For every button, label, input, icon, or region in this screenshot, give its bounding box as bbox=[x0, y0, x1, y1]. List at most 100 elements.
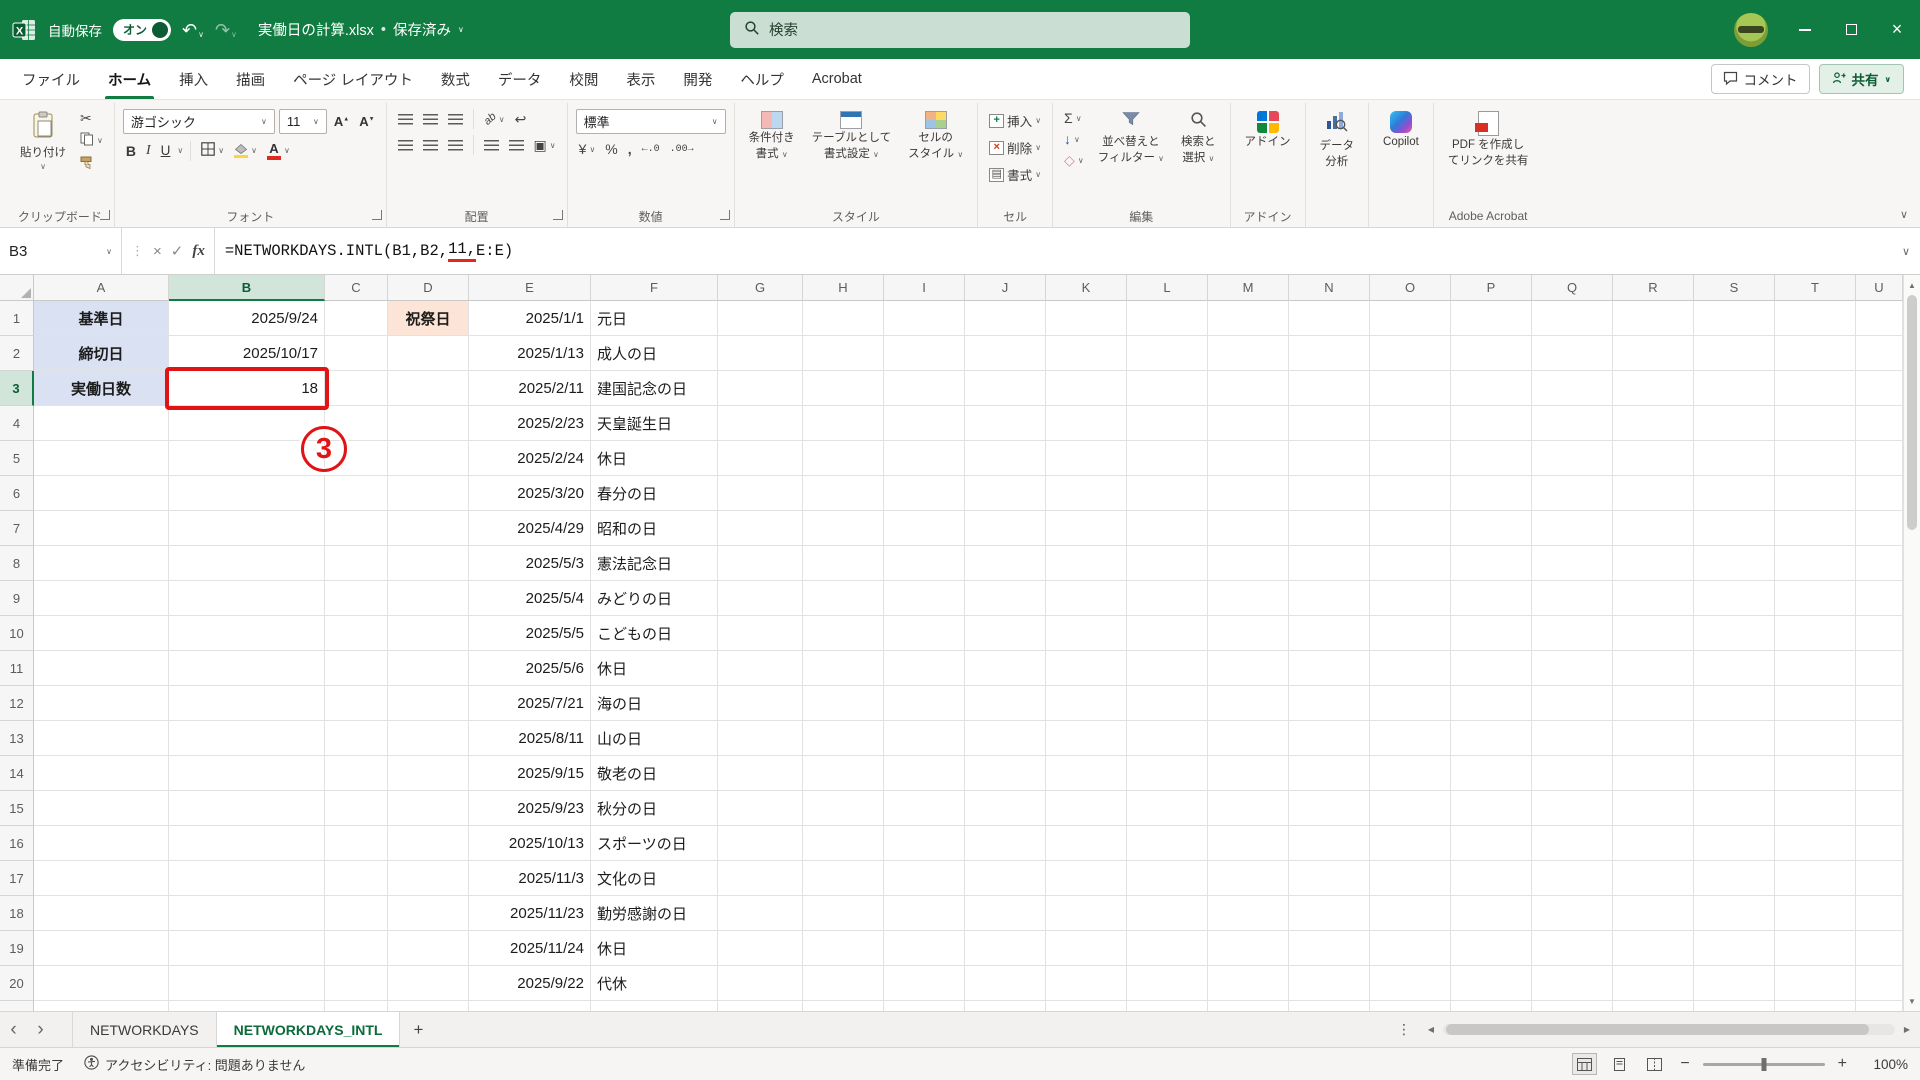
cell-K19[interactable] bbox=[1046, 931, 1127, 966]
cell-C19[interactable] bbox=[325, 931, 388, 966]
row-header-16[interactable]: 16 bbox=[0, 826, 34, 861]
cell-G7[interactable] bbox=[718, 511, 803, 546]
cell-S5[interactable] bbox=[1694, 441, 1775, 476]
cell-G4[interactable] bbox=[718, 406, 803, 441]
copilot-button[interactable]: Copilot bbox=[1377, 108, 1425, 152]
cell-P9[interactable] bbox=[1451, 581, 1532, 616]
cell-U6[interactable] bbox=[1856, 476, 1903, 511]
normal-view-button[interactable] bbox=[1572, 1053, 1598, 1075]
cell-B21[interactable] bbox=[169, 1001, 325, 1011]
cell-B11[interactable] bbox=[169, 651, 325, 686]
enter-button[interactable]: ✓ bbox=[171, 242, 184, 260]
cell-J13[interactable] bbox=[965, 721, 1046, 756]
cell-O15[interactable] bbox=[1370, 791, 1451, 826]
column-header-L[interactable]: L bbox=[1127, 275, 1208, 301]
sheet-tab-NETWORKDAYS[interactable]: NETWORKDAYS bbox=[72, 1012, 217, 1047]
font-size-select[interactable]: 11 ∨ bbox=[278, 109, 327, 134]
cell-R17[interactable] bbox=[1613, 861, 1694, 896]
cell-E9[interactable]: 2025/5/4 bbox=[469, 581, 591, 616]
cell-S20[interactable] bbox=[1694, 966, 1775, 1001]
cell-K17[interactable] bbox=[1046, 861, 1127, 896]
column-header-K[interactable]: K bbox=[1046, 275, 1127, 301]
cell-N19[interactable] bbox=[1289, 931, 1370, 966]
cell-E21[interactable]: 2025/9/29 bbox=[469, 1001, 591, 1011]
font-color-button[interactable]: A ∨ bbox=[264, 140, 293, 162]
orientation-button[interactable]: ab ∨ bbox=[481, 110, 508, 127]
cell-S9[interactable] bbox=[1694, 581, 1775, 616]
cell-N7[interactable] bbox=[1289, 511, 1370, 546]
cell-K11[interactable] bbox=[1046, 651, 1127, 686]
row-header-12[interactable]: 12 bbox=[0, 686, 34, 721]
ribbon-tab-11[interactable]: Acrobat bbox=[798, 59, 876, 99]
cell-O9[interactable] bbox=[1370, 581, 1451, 616]
cell-L21[interactable] bbox=[1127, 1001, 1208, 1011]
cell-A1[interactable]: 基準日 bbox=[34, 301, 169, 336]
cell-Q17[interactable] bbox=[1532, 861, 1613, 896]
italic-button[interactable]: I bbox=[143, 141, 154, 161]
zoom-slider-thumb[interactable] bbox=[1761, 1057, 1767, 1071]
cell-G14[interactable] bbox=[718, 756, 803, 791]
cell-K20[interactable] bbox=[1046, 966, 1127, 1001]
cell-D16[interactable] bbox=[388, 826, 469, 861]
sheet-tab-NETWORKDAYS_INTL[interactable]: NETWORKDAYS_INTL bbox=[216, 1012, 401, 1047]
cell-K15[interactable] bbox=[1046, 791, 1127, 826]
cell-O5[interactable] bbox=[1370, 441, 1451, 476]
zoom-level[interactable]: 100% bbox=[1866, 1057, 1908, 1072]
cell-O17[interactable] bbox=[1370, 861, 1451, 896]
cell-C9[interactable] bbox=[325, 581, 388, 616]
cell-E2[interactable]: 2025/1/13 bbox=[469, 336, 591, 371]
cell-U3[interactable] bbox=[1856, 371, 1903, 406]
cell-F14[interactable]: 敬老の日 bbox=[591, 756, 718, 791]
cell-L20[interactable] bbox=[1127, 966, 1208, 1001]
scroll-down-button[interactable]: ▼ bbox=[1904, 991, 1920, 1011]
cell-O4[interactable] bbox=[1370, 406, 1451, 441]
column-header-T[interactable]: T bbox=[1775, 275, 1856, 301]
cell-M20[interactable] bbox=[1208, 966, 1289, 1001]
cell-S10[interactable] bbox=[1694, 616, 1775, 651]
cell-H8[interactable] bbox=[803, 546, 884, 581]
column-header-N[interactable]: N bbox=[1289, 275, 1370, 301]
cell-P14[interactable] bbox=[1451, 756, 1532, 791]
cell-A11[interactable] bbox=[34, 651, 169, 686]
cell-L12[interactable] bbox=[1127, 686, 1208, 721]
cell-F6[interactable]: 春分の日 bbox=[591, 476, 718, 511]
cell-Q4[interactable] bbox=[1532, 406, 1613, 441]
cell-G12[interactable] bbox=[718, 686, 803, 721]
cell-E19[interactable]: 2025/11/24 bbox=[469, 931, 591, 966]
cell-S4[interactable] bbox=[1694, 406, 1775, 441]
cell-L3[interactable] bbox=[1127, 371, 1208, 406]
select-all-button[interactable] bbox=[0, 275, 34, 301]
cell-H3[interactable] bbox=[803, 371, 884, 406]
cell-L16[interactable] bbox=[1127, 826, 1208, 861]
cell-L8[interactable] bbox=[1127, 546, 1208, 581]
conditional-formatting-button[interactable]: 条件付き 書式 ∨ bbox=[743, 108, 801, 165]
cell-H9[interactable] bbox=[803, 581, 884, 616]
cell-C3[interactable] bbox=[325, 371, 388, 406]
cell-J1[interactable] bbox=[965, 301, 1046, 336]
cell-U7[interactable] bbox=[1856, 511, 1903, 546]
cell-E13[interactable]: 2025/8/11 bbox=[469, 721, 591, 756]
cell-B14[interactable] bbox=[169, 756, 325, 791]
column-header-D[interactable]: D bbox=[388, 275, 469, 301]
cell-J3[interactable] bbox=[965, 371, 1046, 406]
cell-R9[interactable] bbox=[1613, 581, 1694, 616]
cell-S17[interactable] bbox=[1694, 861, 1775, 896]
scroll-up-button[interactable]: ▲ bbox=[1904, 275, 1920, 295]
cell-B19[interactable] bbox=[169, 931, 325, 966]
cell-S12[interactable] bbox=[1694, 686, 1775, 721]
cell-J18[interactable] bbox=[965, 896, 1046, 931]
cell-U4[interactable] bbox=[1856, 406, 1903, 441]
cell-N3[interactable] bbox=[1289, 371, 1370, 406]
cell-Q8[interactable] bbox=[1532, 546, 1613, 581]
cell-G3[interactable] bbox=[718, 371, 803, 406]
cell-K5[interactable] bbox=[1046, 441, 1127, 476]
column-header-Q[interactable]: Q bbox=[1532, 275, 1613, 301]
cell-M8[interactable] bbox=[1208, 546, 1289, 581]
cell-L15[interactable] bbox=[1127, 791, 1208, 826]
cell-F2[interactable]: 成人の日 bbox=[591, 336, 718, 371]
decrease-indent-button[interactable] bbox=[481, 138, 502, 153]
cell-R13[interactable] bbox=[1613, 721, 1694, 756]
cell-D3[interactable] bbox=[388, 371, 469, 406]
cell-O1[interactable] bbox=[1370, 301, 1451, 336]
row-header-20[interactable]: 20 bbox=[0, 966, 34, 1001]
